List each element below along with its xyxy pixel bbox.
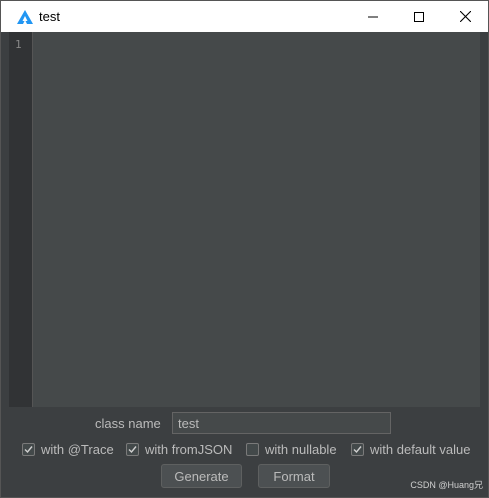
trace-checkbox-label: with @Trace: [41, 442, 114, 457]
default-value-checkbox-label: with default value: [370, 442, 471, 457]
title-bar: test: [1, 1, 488, 32]
checkbox-checked-icon: [351, 443, 364, 456]
checkbox-unchecked-icon: [246, 443, 259, 456]
default-value-checkbox[interactable]: with default value: [351, 442, 470, 457]
nullable-checkbox[interactable]: with nullable: [246, 442, 337, 457]
minimize-icon: [368, 16, 378, 17]
nullable-checkbox-label: with nullable: [265, 442, 337, 457]
app-logo-icon: [17, 9, 33, 25]
checkbox-checked-icon: [126, 443, 139, 456]
trace-checkbox[interactable]: with @Trace: [22, 442, 114, 457]
class-name-row: class name: [1, 412, 488, 436]
checkbox-checked-icon: [22, 443, 35, 456]
class-name-input[interactable]: [172, 412, 391, 434]
window-title: test: [39, 9, 60, 24]
format-button[interactable]: Format: [258, 464, 330, 488]
fromjson-checkbox-label: with fromJSON: [145, 442, 233, 457]
options-panel: class name with @Trace with fromJSON wit…: [1, 407, 488, 497]
line-number: 1: [15, 38, 22, 51]
close-icon: [459, 11, 471, 22]
maximize-icon: [414, 11, 424, 22]
fromjson-checkbox[interactable]: with fromJSON: [126, 442, 232, 457]
window-controls: [350, 1, 488, 32]
minimize-button[interactable]: [350, 1, 396, 32]
class-name-label: class name: [95, 416, 161, 431]
json-editor[interactable]: 1: [9, 32, 480, 407]
editor-text-area[interactable]: [33, 32, 480, 407]
line-number-gutter: 1: [9, 32, 33, 407]
dialog-window: test 1 class name test with @Trace with …: [0, 0, 489, 498]
generate-button[interactable]: Generate: [161, 464, 242, 488]
options-row: with @Trace with fromJSON with nullable …: [1, 442, 488, 460]
maximize-button[interactable]: [396, 1, 442, 32]
close-button[interactable]: [442, 1, 488, 32]
watermark-text: CSDN @Huang兄: [410, 480, 483, 490]
